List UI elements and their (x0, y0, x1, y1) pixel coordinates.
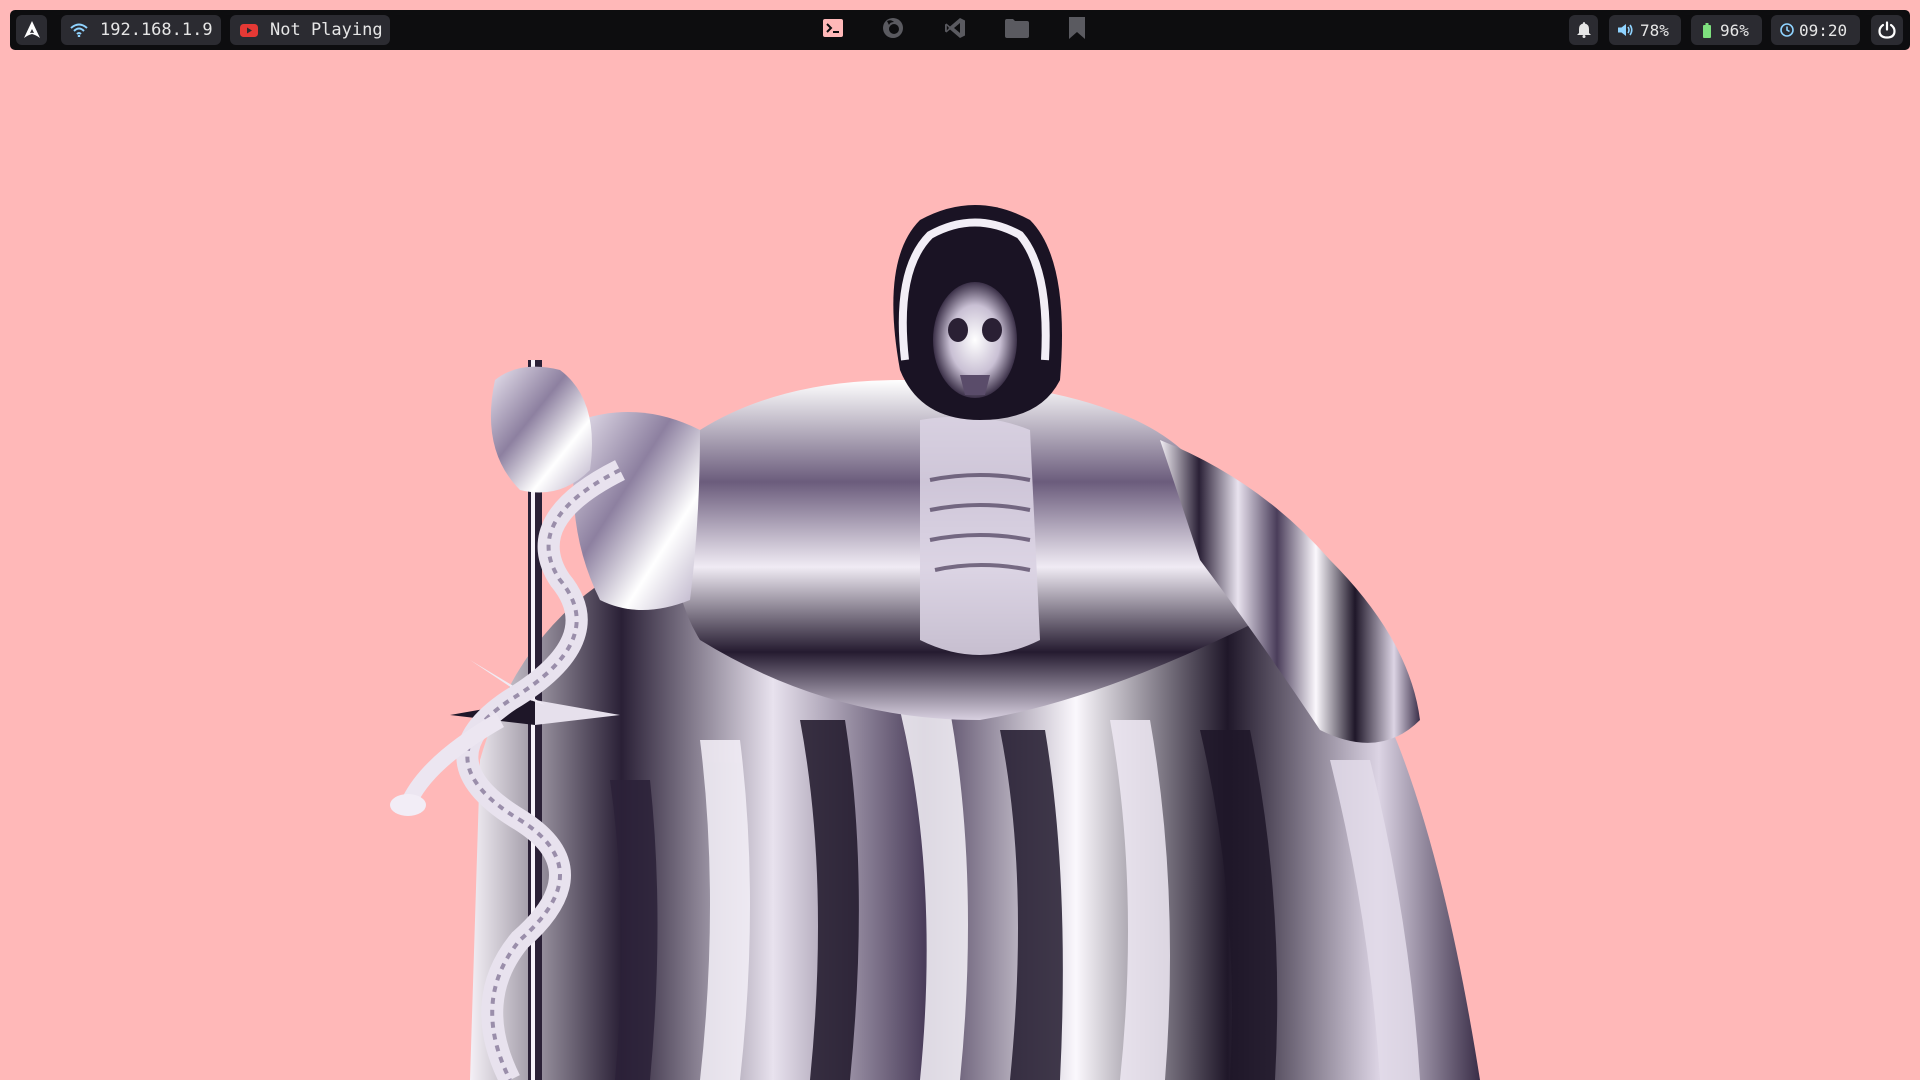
bookmark-icon (1069, 17, 1085, 43)
bell-icon (1576, 22, 1591, 38)
clock-icon (1780, 23, 1794, 37)
firefox-icon (882, 17, 904, 43)
notifications-button[interactable] (1569, 15, 1598, 45)
vscode-app[interactable] (942, 18, 968, 42)
media-status-label: Not Playing (270, 20, 383, 40)
terminal-icon (823, 19, 843, 41)
youtube-icon (240, 23, 258, 37)
ip-address-label: 192.168.1.9 (100, 20, 213, 40)
wallpaper-image (390, 205, 1480, 1080)
network-widget[interactable]: 192.168.1.9 (61, 15, 221, 45)
clock-label: 09:20 (1799, 20, 1848, 40)
power-icon (1878, 21, 1896, 39)
launcher-button[interactable] (16, 15, 47, 45)
arch-logo-icon (22, 20, 42, 40)
files-app[interactable] (1004, 18, 1030, 42)
speaker-icon (1618, 23, 1634, 37)
media-widget[interactable]: Not Playing (230, 15, 390, 45)
clock-widget[interactable]: 09:20 (1771, 15, 1860, 45)
desktop: 192.168.1.9 Not Playing 78% 96% 09:20 (0, 0, 1920, 1080)
battery-widget[interactable]: 96% (1691, 15, 1762, 45)
firefox-app[interactable] (880, 18, 906, 42)
volume-label: 78% (1640, 20, 1669, 40)
battery-icon (1702, 22, 1712, 38)
top-bar: 192.168.1.9 Not Playing 78% 96% 09:20 (10, 10, 1910, 50)
battery-label: 96% (1720, 20, 1749, 40)
volume-widget[interactable]: 78% (1609, 15, 1681, 45)
folder-icon (1005, 18, 1029, 42)
wifi-icon (70, 23, 88, 37)
power-button[interactable] (1871, 15, 1903, 45)
vscode-icon (944, 17, 966, 43)
terminal-app[interactable] (820, 18, 846, 42)
bookmark-app[interactable] (1064, 17, 1090, 43)
